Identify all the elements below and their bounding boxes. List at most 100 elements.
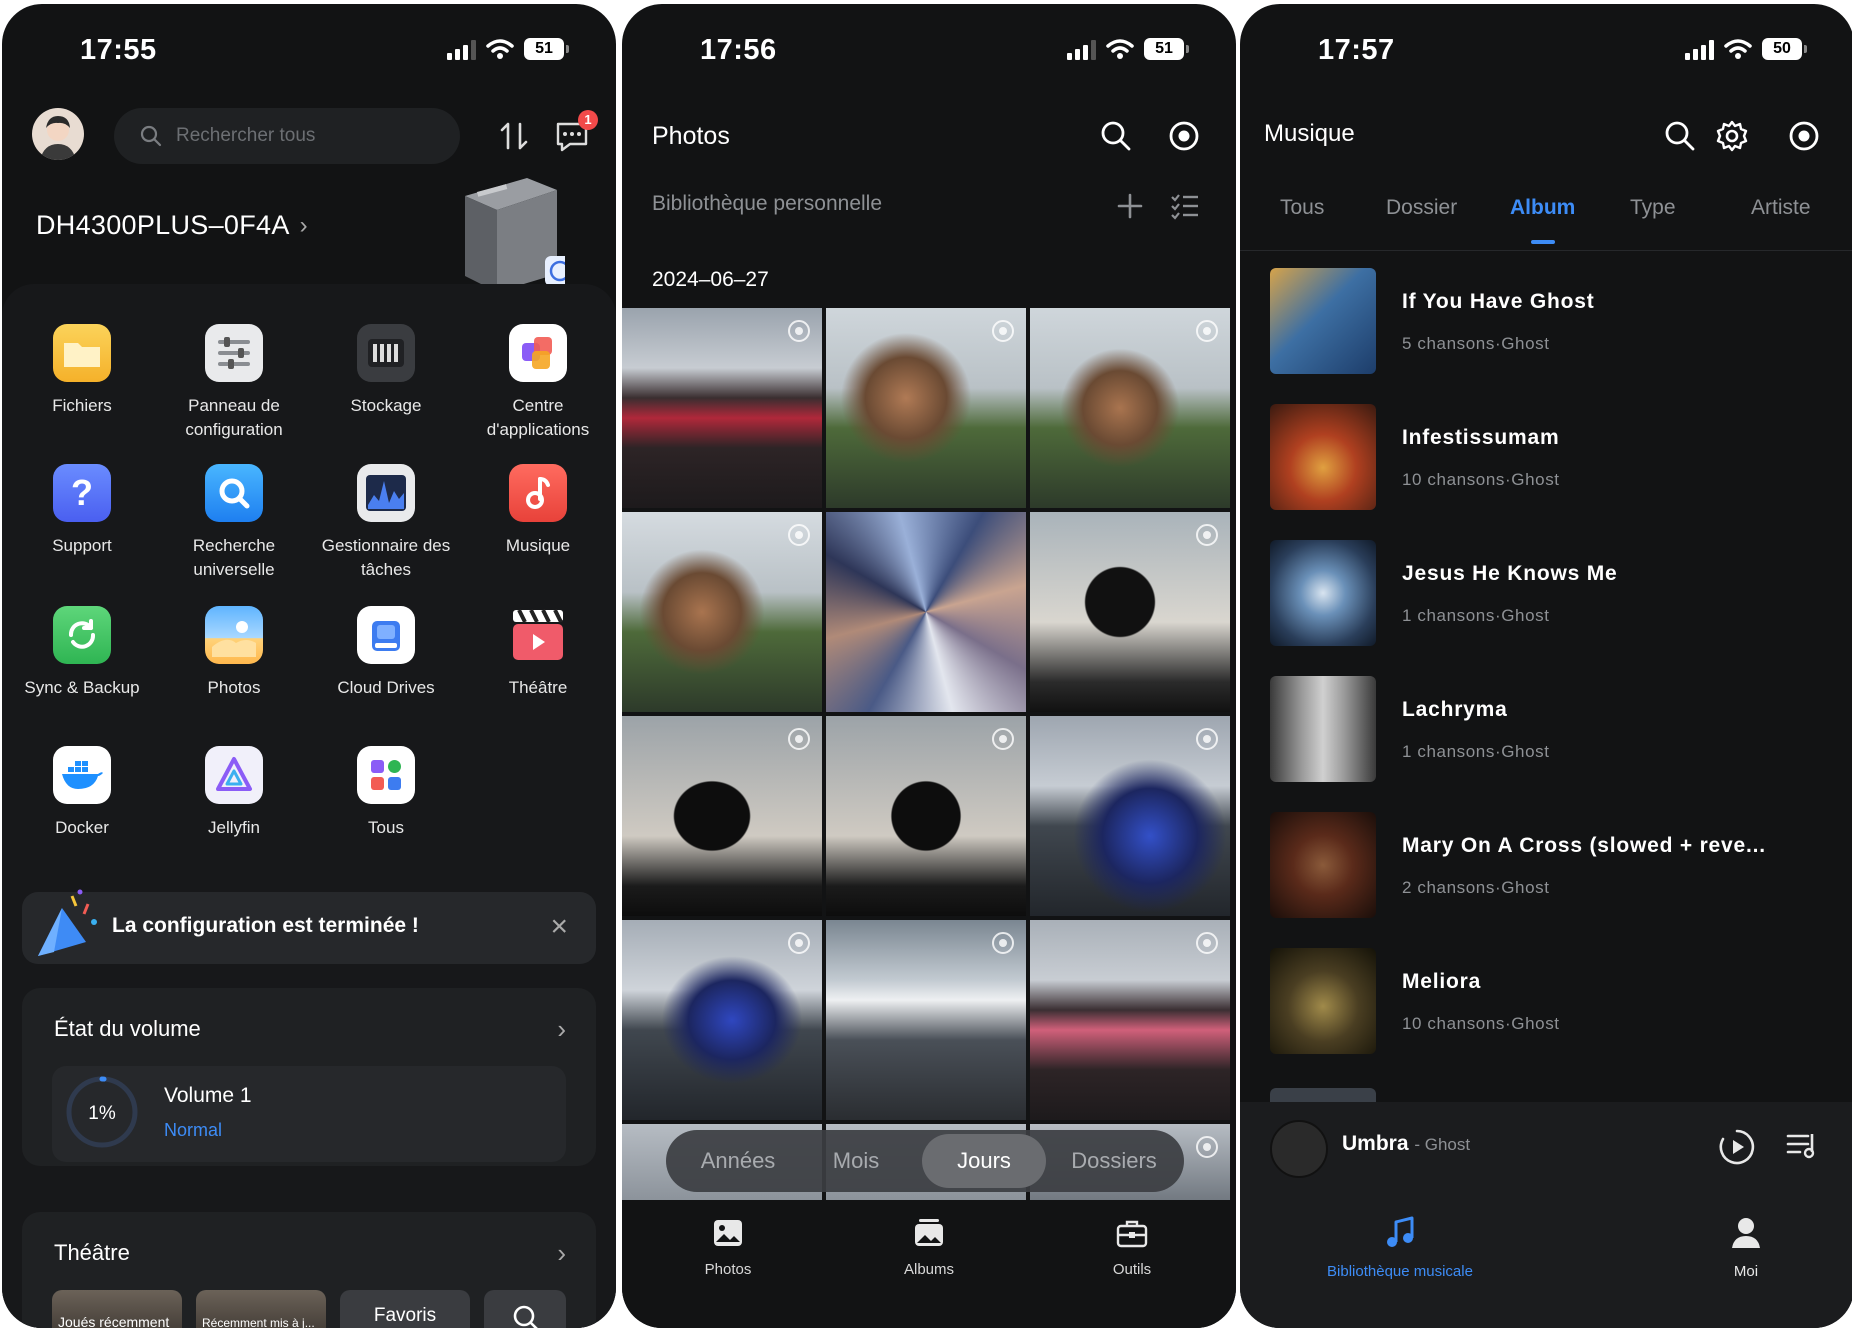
app-files[interactable]: Fichiers: [7, 324, 157, 418]
select-circle-icon[interactable]: [1196, 1136, 1218, 1158]
select-circle-icon[interactable]: [788, 320, 810, 342]
search-icon[interactable]: [1100, 120, 1132, 152]
photos-screen: 17:56 51 Photos Bibliothèque personnelle…: [622, 4, 1236, 1328]
album-cover: [1270, 540, 1376, 646]
status-bar: 17:56 51: [622, 4, 1236, 94]
app-cloud-drives[interactable]: Cloud Drives: [311, 606, 461, 700]
photo-thumbnail[interactable]: [826, 512, 1026, 712]
album-cover: [1270, 676, 1376, 782]
app-app-center[interactable]: Centre d'applications: [463, 324, 613, 442]
theatre-search-button[interactable]: [484, 1290, 566, 1328]
album-row[interactable]: Jesus He Knows Me 1 chansons·Ghost: [1270, 540, 1830, 646]
select-circle-icon[interactable]: [992, 932, 1014, 954]
app-sync-backup[interactable]: Sync & Backup: [7, 606, 157, 700]
photo-thumbnail[interactable]: [622, 308, 822, 508]
tab-tools[interactable]: Outils: [1052, 1218, 1212, 1278]
search-input[interactable]: Rechercher tous: [114, 108, 460, 164]
app-jellyfin[interactable]: Jellyfin: [159, 746, 309, 840]
tab-genre[interactable]: Type: [1630, 196, 1676, 220]
album-cover: [1270, 948, 1376, 1054]
app-theatre[interactable]: Théâtre: [463, 606, 613, 700]
tab-album[interactable]: Album: [1510, 196, 1575, 244]
tab-artist[interactable]: Artiste: [1751, 196, 1811, 220]
volume-status-card[interactable]: État du volume › 1% Volume 1 Normal: [22, 988, 596, 1166]
photo-thumbnail[interactable]: [1030, 920, 1230, 1120]
avatar[interactable]: [32, 108, 84, 160]
photo-thumbnail[interactable]: [1030, 308, 1230, 508]
jellyfin-icon: [205, 746, 263, 804]
transfer-button[interactable]: [494, 116, 534, 156]
gear-icon[interactable]: [1716, 120, 1748, 152]
device-name-link[interactable]: DH4300PLUS–0F4A ›: [36, 210, 308, 241]
select-circle-icon[interactable]: [1196, 728, 1218, 750]
app-music[interactable]: Musique: [463, 464, 613, 558]
select-circle-icon[interactable]: [992, 728, 1014, 750]
mini-player[interactable]: Umbra - Ghost: [1240, 1102, 1852, 1192]
albums-icon: [915, 1219, 943, 1246]
wifi-icon: [1106, 39, 1134, 59]
tab-folder[interactable]: Dossier: [1386, 196, 1457, 220]
messages-button[interactable]: 1: [552, 110, 598, 156]
close-icon[interactable]: ×: [550, 912, 568, 942]
app-support[interactable]: ? Support: [7, 464, 157, 558]
app-docker[interactable]: Docker: [7, 746, 157, 840]
favorites-button[interactable]: Favoris: [340, 1290, 470, 1328]
app-photos[interactable]: Photos: [159, 606, 309, 700]
segment-months[interactable]: Mois: [800, 1130, 912, 1192]
add-icon[interactable]: [1116, 192, 1144, 220]
tab-photos[interactable]: Photos: [648, 1218, 808, 1278]
app-control-panel[interactable]: Panneau de configuration: [159, 324, 309, 442]
record-target-icon[interactable]: [1168, 120, 1200, 152]
recently-played-button[interactable]: Joués récemment: [52, 1290, 182, 1328]
help-icon: ?: [53, 464, 111, 522]
select-circle-icon[interactable]: [1196, 932, 1218, 954]
photo-thumbnail[interactable]: [622, 512, 822, 712]
library-name[interactable]: Bibliothèque personnelle: [652, 192, 882, 216]
photo-thumbnail[interactable]: [622, 920, 822, 1120]
photo-thumbnail[interactable]: [622, 716, 822, 916]
tab-music-library[interactable]: Bibliothèque musicale: [1300, 1216, 1500, 1280]
select-circle-icon[interactable]: [788, 932, 810, 954]
photo-thumbnail[interactable]: [826, 716, 1026, 916]
battery-icon: 50: [1762, 38, 1807, 60]
volume-status: Normal: [164, 1120, 223, 1140]
home-screen: 17:55 51 Rechercher tous 1 DH4300PLUS–0F…: [2, 4, 616, 1328]
tab-albums[interactable]: Albums: [849, 1218, 1009, 1278]
segment-days[interactable]: Jours: [922, 1134, 1046, 1188]
record-target-icon[interactable]: [1788, 120, 1820, 152]
select-circle-icon[interactable]: [1196, 524, 1218, 546]
search-icon[interactable]: [1664, 120, 1696, 152]
select-circle-icon[interactable]: [1196, 320, 1218, 342]
volume-card-title: État du volume: [54, 1016, 201, 1041]
status-bar: 17:55 51: [2, 4, 616, 94]
app-storage[interactable]: Stockage: [311, 324, 461, 418]
wifi-icon: [486, 39, 514, 59]
checklist-icon[interactable]: [1170, 192, 1200, 220]
play-icon[interactable]: [1718, 1128, 1756, 1166]
select-circle-icon[interactable]: [788, 728, 810, 750]
now-playing-title: Umbra: [1342, 1132, 1409, 1155]
album-row[interactable]: If You Have Ghost 5 chansons·Ghost: [1270, 268, 1830, 374]
album-row[interactable]: Mary On A Cross (slowed + reve... 2 chan…: [1270, 812, 1830, 918]
tab-me[interactable]: Moi: [1696, 1216, 1796, 1280]
album-row[interactable]: Meliora 10 chansons·Ghost: [1270, 948, 1830, 1054]
photo-thumbnail[interactable]: [826, 920, 1026, 1120]
album-row[interactable]: Lachryma 1 chansons·Ghost: [1270, 676, 1830, 782]
app-universal-search[interactable]: Recherche universelle: [159, 464, 309, 582]
recently-updated-button[interactable]: Récemment mis à j...: [196, 1290, 326, 1328]
photo-thumbnail[interactable]: [1030, 716, 1230, 916]
volume-percent: 1%: [88, 1103, 116, 1124]
cloud-drive-icon: [357, 606, 415, 664]
app-task-manager[interactable]: Gestionnaire des tâches: [311, 464, 461, 582]
select-circle-icon[interactable]: [788, 524, 810, 546]
playlist-icon[interactable]: [1786, 1130, 1820, 1162]
select-circle-icon[interactable]: [992, 320, 1014, 342]
photo-thumbnail[interactable]: [1030, 512, 1230, 712]
album-row[interactable]: Infestissumam 10 chansons·Ghost: [1270, 404, 1830, 510]
volume-item[interactable]: 1% Volume 1 Normal: [52, 1066, 566, 1162]
app-all[interactable]: Tous: [311, 746, 461, 840]
segment-years[interactable]: Années: [676, 1130, 800, 1192]
segment-folders[interactable]: Dossiers: [1048, 1130, 1180, 1192]
photo-thumbnail[interactable]: [826, 308, 1026, 508]
tab-all[interactable]: Tous: [1280, 196, 1324, 220]
